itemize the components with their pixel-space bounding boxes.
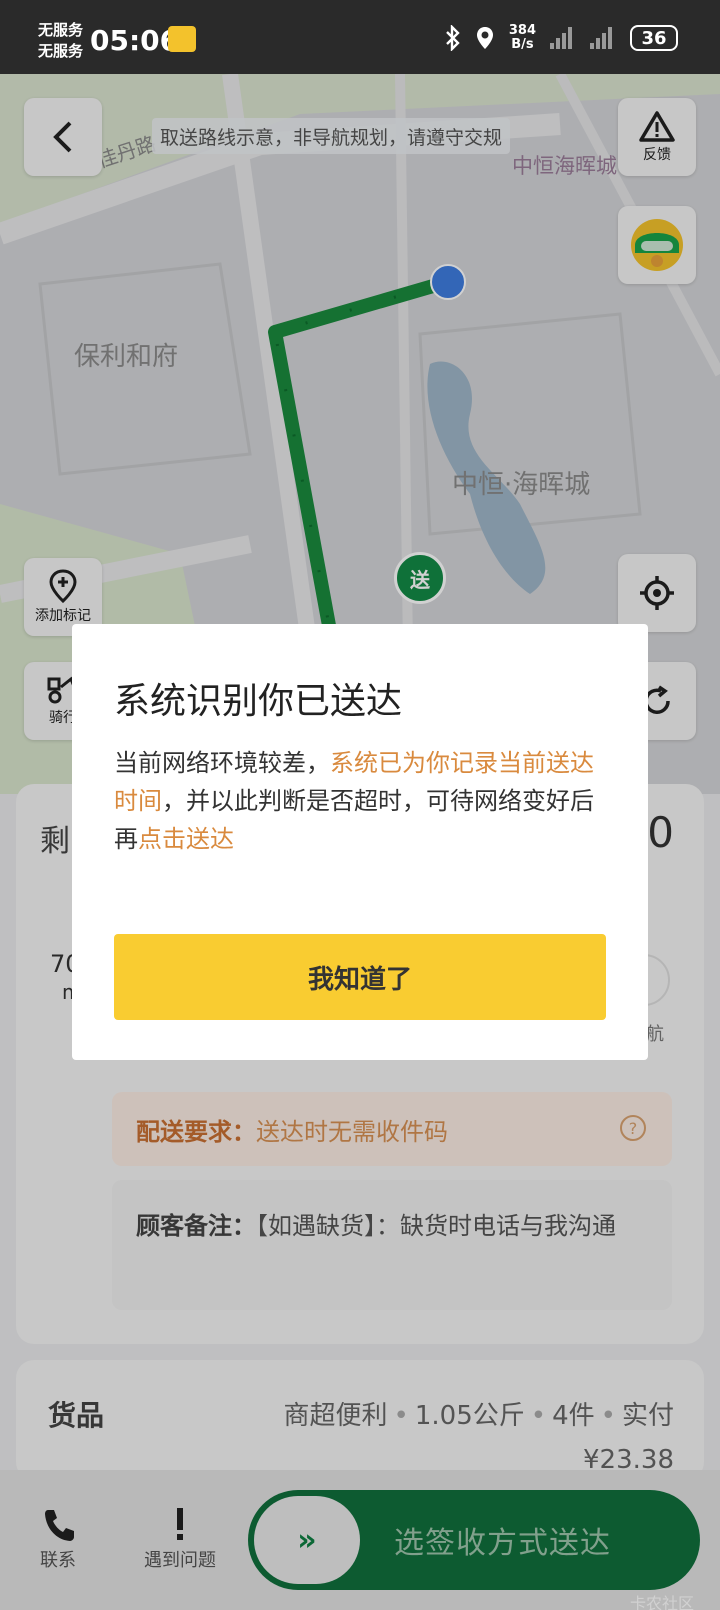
carrier-2: 无服务: [38, 42, 84, 60]
carrier-1: 无服务: [38, 21, 84, 39]
network-speed: 384 B/s: [509, 24, 536, 52]
dialog-title: 系统识别你已送达: [114, 681, 403, 722]
battery-icon: 36: [630, 25, 678, 51]
confirm-button[interactable]: 我知道了: [114, 934, 606, 1020]
dialog-body: 当前网络环境较差，系统已为你记录当前送达时间，并以此判断是否超时，可待网络变好后…: [114, 744, 614, 858]
location-icon: [476, 27, 493, 49]
speed-unit: B/s: [511, 37, 534, 52]
signal-1-icon: [550, 27, 576, 49]
delivered-dialog: 系统识别你已送达 当前网络环境较差，系统已为你记录当前送达时间，并以此判断是否超…: [72, 624, 648, 1060]
carrier-info: 无服务 无服务: [38, 20, 83, 62]
bluetooth-icon: [446, 25, 460, 51]
signal-2-icon: [590, 27, 616, 49]
status-icons: 384 B/s 36: [445, 24, 678, 52]
speed-value: 384: [508, 23, 536, 38]
status-bar: 无服务 无服务 05:06 384 B/s 36: [0, 0, 720, 74]
clock: 05:06: [90, 24, 180, 57]
dialog-text-1: 当前网络环境较差，: [114, 749, 330, 777]
notification-app-icon: [168, 26, 196, 52]
dialog-highlight-2: 点击送达: [138, 825, 234, 853]
